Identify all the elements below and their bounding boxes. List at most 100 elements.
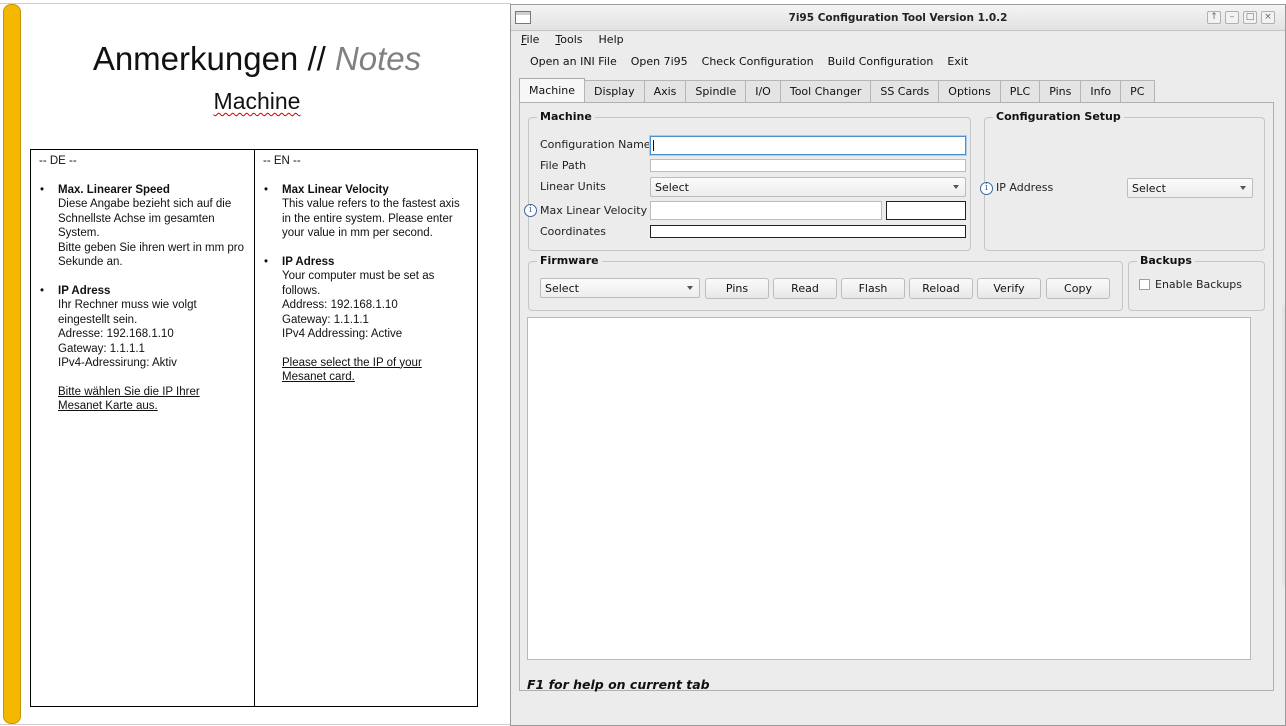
- backups-group-title: Backups: [1137, 254, 1195, 267]
- coordinates-field: [650, 225, 966, 238]
- file-path-field: [650, 159, 966, 172]
- document-subtitle: Machine: [22, 88, 492, 115]
- reload-button[interactable]: Reload: [909, 278, 973, 299]
- column-header: -- EN --: [263, 155, 301, 167]
- info-icon[interactable]: i: [980, 182, 993, 195]
- shade-icon[interactable]: ↑: [1207, 11, 1221, 24]
- note-heading-text: IP Adress: [282, 255, 335, 268]
- tab-ss-cards[interactable]: SS Cards: [870, 80, 940, 102]
- enable-backups-checkbox[interactable]: [1139, 279, 1150, 290]
- notes-table: -- DE -- Max. Linearer Speed Diese Angab…: [30, 149, 478, 707]
- note-line: Bitte geben Sie ihren wert in mm pro Sek…: [58, 241, 245, 269]
- note-heading: IP Adress: [282, 255, 469, 270]
- note-item: IP Adress Your computer must be set as f…: [263, 255, 469, 385]
- note-heading-text: IP Adress: [58, 284, 111, 297]
- note-line: Diese Angabe bezieht sich auf die Schnel…: [58, 198, 232, 239]
- text-caret: [653, 140, 654, 151]
- note-line: Gateway: 1.1.1.1: [58, 342, 145, 355]
- divider: [0, 3, 511, 4]
- note-line: Gateway: 1.1.1.1: [282, 313, 369, 326]
- window-titlebar[interactable]: 7i95 Configuration Tool Version 1.0.2 ↑ …: [511, 5, 1285, 31]
- pins-button[interactable]: Pins: [705, 278, 769, 299]
- menu-help[interactable]: Help: [599, 31, 624, 51]
- note-heading: Max. Linearer Speed: [58, 183, 170, 196]
- note-line: Your computer must be set as follows.: [282, 270, 435, 297]
- linear-units-select[interactable]: Select: [650, 177, 966, 197]
- tab-display[interactable]: Display: [584, 80, 645, 102]
- window-controls: ↑ – □ ×: [1207, 11, 1275, 25]
- open-7i95-button[interactable]: Open 7i95: [631, 52, 695, 74]
- firmware-select[interactable]: Select: [540, 278, 700, 298]
- minimize-icon[interactable]: –: [1225, 11, 1239, 24]
- menu-file-label: ile: [526, 33, 540, 46]
- ip-address-select[interactable]: Select: [1127, 178, 1253, 198]
- flash-button[interactable]: Flash: [841, 278, 905, 299]
- enable-backups-label[interactable]: Enable Backups: [1155, 278, 1242, 291]
- config-setup-group: Configuration Setup i IP Address Select: [980, 110, 1265, 251]
- note-item: Max Linear Velocity This value refers to…: [263, 183, 469, 241]
- menu-file[interactable]: File: [521, 31, 539, 51]
- tab-tool-changer[interactable]: Tool Changer: [779, 80, 872, 102]
- chevron-down-icon: [953, 185, 959, 189]
- tab-axis[interactable]: Axis: [643, 80, 687, 102]
- note-heading: Max Linear Velocity: [282, 183, 389, 196]
- copy-button[interactable]: Copy: [1046, 278, 1110, 299]
- linear-units-label: Linear Units: [540, 180, 606, 193]
- note-footer: Please select the IP of your Mesanet car…: [282, 356, 469, 385]
- output-text-area[interactable]: [527, 317, 1251, 660]
- note-heading: IP Adress: [58, 284, 246, 299]
- read-button[interactable]: Read: [773, 278, 837, 299]
- divider: [0, 724, 511, 725]
- info-icon[interactable]: i: [524, 204, 537, 217]
- window-title: 7i95 Configuration Tool Version 1.0.2: [788, 12, 1008, 24]
- tab-plc[interactable]: PLC: [999, 80, 1041, 102]
- tab-pc[interactable]: PC: [1120, 80, 1155, 102]
- maximize-icon[interactable]: □: [1243, 11, 1257, 24]
- note-line: IPv4-Adressirung: Aktiv: [58, 357, 177, 369]
- verify-button[interactable]: Verify: [977, 278, 1041, 299]
- backups-group: Backups Enable Backups: [1128, 254, 1265, 311]
- column-header: -- DE --: [39, 155, 77, 167]
- subtitle-text: Machine: [213, 88, 301, 114]
- firmware-group-title: Firmware: [537, 254, 602, 267]
- max-linear-velocity-input[interactable]: [650, 201, 882, 220]
- menu-tools-label: ools: [560, 33, 583, 46]
- note-line: Adresse: 192.168.1.10: [58, 328, 174, 340]
- tab-spindle[interactable]: Spindle: [685, 80, 747, 102]
- tab-io[interactable]: I/O: [745, 80, 781, 102]
- help-hint: F1 for help on current tab: [527, 677, 710, 692]
- note-line: IPv4 Addressing: Active: [282, 328, 403, 340]
- tab-machine[interactable]: Machine: [519, 78, 586, 102]
- machine-tab-page: Machine Configuration Name File Path Lin…: [519, 102, 1274, 692]
- build-configuration-button[interactable]: Build Configuration: [828, 52, 941, 74]
- note-item: IP Adress Ihr Rechner muss wie volgt ein…: [39, 284, 246, 414]
- config-setup-group-title: Configuration Setup: [993, 110, 1124, 123]
- tab-pins[interactable]: Pins: [1039, 80, 1082, 102]
- machine-group-title: Machine: [537, 110, 595, 123]
- close-icon[interactable]: ×: [1261, 11, 1275, 24]
- note-item: Max. Linearer Speed Diese Angabe bezieht…: [39, 183, 246, 270]
- title-italic: Notes: [334, 40, 422, 77]
- toolbar: Open an INI File Open 7i95 Check Configu…: [511, 52, 1285, 74]
- tab-info[interactable]: Info: [1080, 80, 1122, 102]
- accent-bar: [3, 4, 21, 724]
- open-ini-button[interactable]: Open an INI File: [530, 52, 624, 74]
- exit-button[interactable]: Exit: [947, 52, 975, 74]
- config-name-input[interactable]: [650, 136, 966, 155]
- note-line: Address: 192.168.1.10: [282, 299, 398, 311]
- machine-group: Machine Configuration Name File Path Lin…: [524, 110, 971, 251]
- document-title: Anmerkungen // Notes: [22, 40, 492, 78]
- menu-tools[interactable]: Tools: [555, 31, 582, 51]
- notes-document: Anmerkungen // Notes Machine -- DE -- Ma…: [0, 0, 511, 726]
- scrollbar[interactable]: [1282, 305, 1285, 585]
- note-footer-text: Bitte wählen Sie die IP Ihrer Mesanet Ka…: [58, 385, 200, 413]
- chevron-down-icon: [1240, 186, 1246, 190]
- file-path-label: File Path: [540, 159, 587, 172]
- linear-units-value: Select: [655, 181, 689, 194]
- note-footer-text: Please select the IP of your Mesanet car…: [282, 356, 422, 384]
- tab-options[interactable]: Options: [938, 80, 1001, 102]
- menu-help-label: Help: [598, 33, 624, 46]
- max-linear-velocity-converted: [886, 201, 966, 220]
- check-configuration-button[interactable]: Check Configuration: [702, 52, 821, 74]
- title-main: Anmerkungen //: [92, 40, 326, 77]
